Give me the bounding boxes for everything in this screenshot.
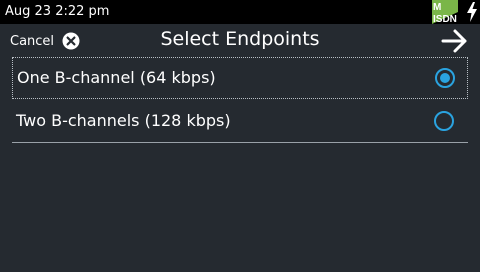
status-time: Aug 23 2:22 pm [5,4,110,19]
radio-unselected-icon[interactable] [433,110,455,132]
isdn-status-icon: M ISDN [432,0,458,24]
isdn-icon-bottom-text: ISDN [433,14,457,24]
option-label: Two B-channels (128 kbps) [16,111,231,130]
cancel-button[interactable]: Cancel [10,30,80,52]
header: Select Endpoints Cancel [0,24,480,58]
status-bar: Aug 23 2:22 pm M ISDN [0,0,480,24]
option-one-b-channel[interactable]: One B-channel (64 kbps) [12,57,468,99]
next-arrow-button[interactable] [441,28,469,54]
cancel-label: Cancel [10,33,55,49]
radio-selected-icon[interactable] [434,67,456,89]
lightning-bolt-icon [467,2,477,22]
option-label: One B-channel (64 kbps) [17,68,216,87]
isdn-icon-top-text: M [433,2,441,13]
close-circle-icon [62,32,80,50]
option-two-b-channels[interactable]: Two B-channels (128 kbps) [12,101,468,143]
